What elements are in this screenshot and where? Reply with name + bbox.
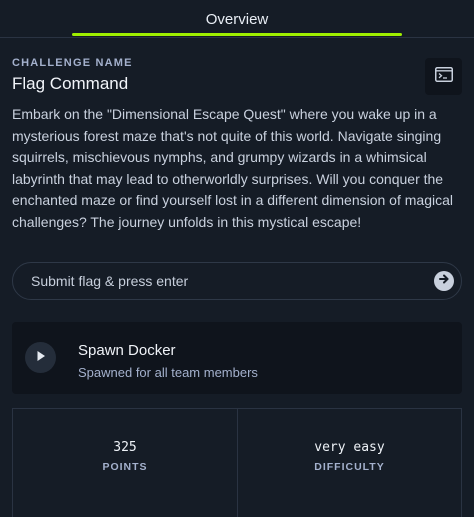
tab-bar: Overview (0, 0, 474, 38)
points-stat: 325 POINTS (13, 409, 237, 517)
tab-overview-label: Overview (205, 10, 269, 28)
flag-input[interactable] (31, 263, 421, 299)
active-tab-indicator (72, 33, 402, 36)
spawn-docker-title: Spawn Docker (78, 342, 176, 359)
submit-flag-button[interactable] (434, 271, 454, 291)
challenge-name-label: CHALLENGE NAME (12, 57, 133, 69)
arrow-right-circle-icon (438, 272, 450, 290)
points-value: 325 (113, 440, 137, 455)
challenge-description: Embark on the "Dimensional Escape Quest"… (12, 106, 453, 230)
difficulty-stat: very easy DIFFICULTY (237, 409, 461, 517)
difficulty-label: DIFFICULTY (314, 461, 385, 473)
play-icon (36, 349, 46, 367)
spawn-docker-button[interactable] (25, 342, 56, 373)
difficulty-value: very easy (314, 440, 385, 455)
spawn-docker-subtitle: Spawned for all team members (78, 365, 258, 380)
flag-input-container (12, 262, 462, 300)
terminal-icon (434, 66, 453, 87)
challenge-stats: 325 POINTS very easy DIFFICULTY (12, 408, 462, 517)
terminal-button[interactable] (425, 58, 462, 95)
points-label: POINTS (102, 461, 148, 473)
spawn-docker-card: Spawn Docker Spawned for all team member… (12, 322, 462, 394)
challenge-title: Flag Command (12, 74, 129, 93)
